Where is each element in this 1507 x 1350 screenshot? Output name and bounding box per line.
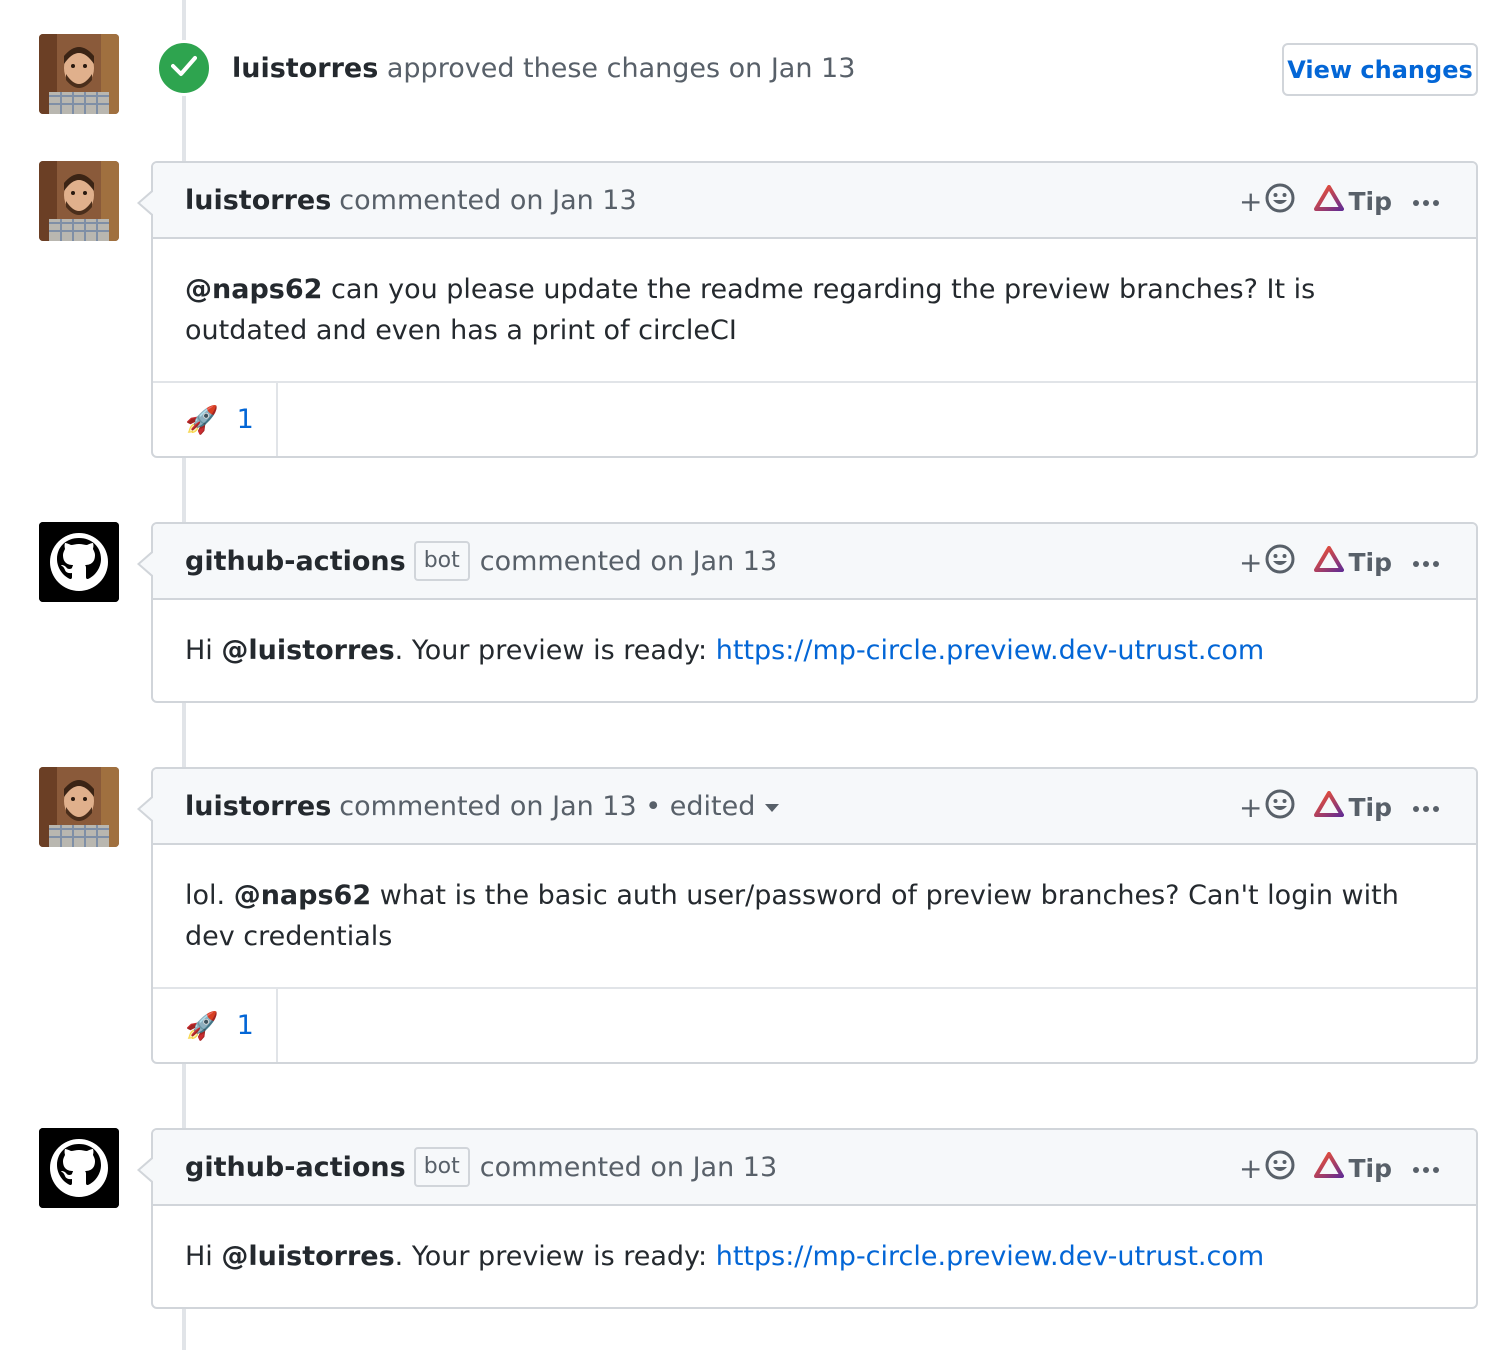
approved-badge (156, 40, 212, 96)
comment-body: Hi @luistorres. Your preview is ready: h… (153, 600, 1476, 701)
comment-text: . Your preview is ready: (394, 635, 716, 666)
pr-timeline: luistorres approved these changes on Jan… (0, 0, 1507, 1350)
brave-tip-icon (1314, 546, 1348, 578)
more-options-button[interactable] (1412, 798, 1440, 817)
add-reaction-button[interactable]: + (1239, 1149, 1296, 1188)
comment-header: github-actions bot commented on Jan 13 +… (153, 1130, 1476, 1206)
tip-label: Tip (1348, 547, 1392, 577)
tip-label: Tip (1348, 186, 1392, 216)
more-options-button[interactable] (1412, 1159, 1440, 1178)
add-reaction-button[interactable]: + (1239, 543, 1296, 582)
comment-timestamp-edited[interactable]: commented on Jan 13 • edited (339, 791, 755, 822)
comment-author-link[interactable]: luistorres (185, 185, 331, 216)
smiley-icon (1264, 543, 1296, 582)
brave-tip-icon (1314, 791, 1348, 823)
reaction-count: 1 (236, 1010, 254, 1041)
reactions-bar: 🚀 1 (153, 987, 1476, 1062)
review-author-link[interactable]: luistorres (232, 53, 378, 84)
reactions-bar: 🚀 1 (153, 381, 1476, 456)
add-reaction-button[interactable]: + (1239, 788, 1296, 827)
bot-badge: bot (413, 541, 470, 581)
github-octocat-icon (39, 1128, 119, 1208)
chevron-down-icon[interactable] (765, 804, 780, 812)
plus-label: + (1239, 184, 1263, 218)
kebab-icon (1412, 553, 1440, 572)
tip-label: Tip (1348, 1153, 1392, 1183)
comment-timestamp[interactable]: commented on Jan 13 (339, 185, 636, 216)
plus-label: + (1239, 790, 1263, 824)
add-reaction-button[interactable]: + (1239, 182, 1296, 221)
comment-header: github-actions bot commented on Jan 13 +… (153, 524, 1476, 600)
rocket-icon: 🚀 (185, 404, 219, 436)
avatar-luistorres[interactable] (39, 34, 119, 114)
review-event-text: luistorres approved these changes on Jan… (232, 50, 855, 88)
mention-link[interactable]: @naps62 (185, 274, 322, 305)
review-action-text: approved these changes on Jan 13 (386, 53, 856, 84)
check-icon (171, 55, 197, 81)
brave-tip-icon (1314, 185, 1348, 217)
smiley-icon (1264, 788, 1296, 827)
tip-button[interactable]: Tip (1314, 185, 1392, 217)
comment-2: github-actions bot commented on Jan 13 +… (137, 522, 1478, 703)
github-octocat-icon (39, 522, 119, 602)
rocket-reaction-button[interactable]: 🚀 1 (153, 989, 278, 1062)
preview-link[interactable]: https://mp-circle.preview.dev-utrust.com (716, 635, 1264, 666)
plus-label: + (1239, 1151, 1263, 1185)
kebab-icon (1412, 1159, 1440, 1178)
kebab-icon (1412, 798, 1440, 817)
comment-text: . Your preview is ready: (394, 1241, 716, 1272)
comment-author-link[interactable]: luistorres (185, 791, 331, 822)
preview-link[interactable]: https://mp-circle.preview.dev-utrust.com (716, 1241, 1264, 1272)
comment-timestamp[interactable]: commented on Jan 13 (480, 546, 777, 577)
tip-button[interactable]: Tip (1314, 546, 1392, 578)
comment-text: can you please update the readme regardi… (185, 274, 1316, 346)
comment-text-prefix: lol. (185, 880, 234, 911)
comment-body: Hi @luistorres. Your preview is ready: h… (153, 1206, 1476, 1307)
mention-link[interactable]: @naps62 (234, 880, 371, 911)
reaction-count: 1 (236, 404, 254, 435)
smiley-icon (1264, 182, 1296, 221)
avatar-github-actions[interactable] (39, 1128, 119, 1208)
tip-button[interactable]: Tip (1314, 1152, 1392, 1184)
comment-header: luistorres commented on Jan 13 • edited … (153, 769, 1476, 845)
comment-body: lol. @naps62 what is the basic auth user… (153, 845, 1476, 987)
tip-label: Tip (1348, 792, 1392, 822)
kebab-icon (1412, 192, 1440, 211)
comment-1: luistorres commented on Jan 13 + Tip @na… (137, 161, 1478, 458)
view-changes-button[interactable]: View changes (1282, 43, 1478, 96)
rocket-icon: 🚀 (185, 1010, 219, 1042)
comment-3: luistorres commented on Jan 13 • edited … (137, 767, 1478, 1064)
comment-author-link[interactable]: github-actions (185, 546, 406, 577)
avatar-luistorres[interactable] (39, 767, 119, 847)
comment-author-link[interactable]: github-actions (185, 1152, 406, 1183)
brave-tip-icon (1314, 1152, 1348, 1184)
tip-button[interactable]: Tip (1314, 791, 1392, 823)
comment-timestamp[interactable]: commented on Jan 13 (480, 1152, 777, 1183)
mention-link[interactable]: @luistorres (221, 635, 394, 666)
bot-badge: bot (413, 1147, 470, 1187)
mention-link[interactable]: @luistorres (221, 1241, 394, 1272)
comment-4: github-actions bot commented on Jan 13 +… (137, 1128, 1478, 1309)
more-options-button[interactable] (1412, 553, 1440, 572)
avatar-luistorres[interactable] (39, 161, 119, 241)
smiley-icon (1264, 1149, 1296, 1188)
plus-label: + (1239, 545, 1263, 579)
comment-text-prefix: Hi (185, 635, 222, 666)
comment-body: @naps62 can you please update the readme… (153, 239, 1476, 381)
more-options-button[interactable] (1412, 192, 1440, 211)
comment-header: luistorres commented on Jan 13 + Tip (153, 163, 1476, 239)
comment-text-prefix: Hi (185, 1241, 222, 1272)
avatar-github-actions[interactable] (39, 522, 119, 602)
rocket-reaction-button[interactable]: 🚀 1 (153, 383, 278, 456)
